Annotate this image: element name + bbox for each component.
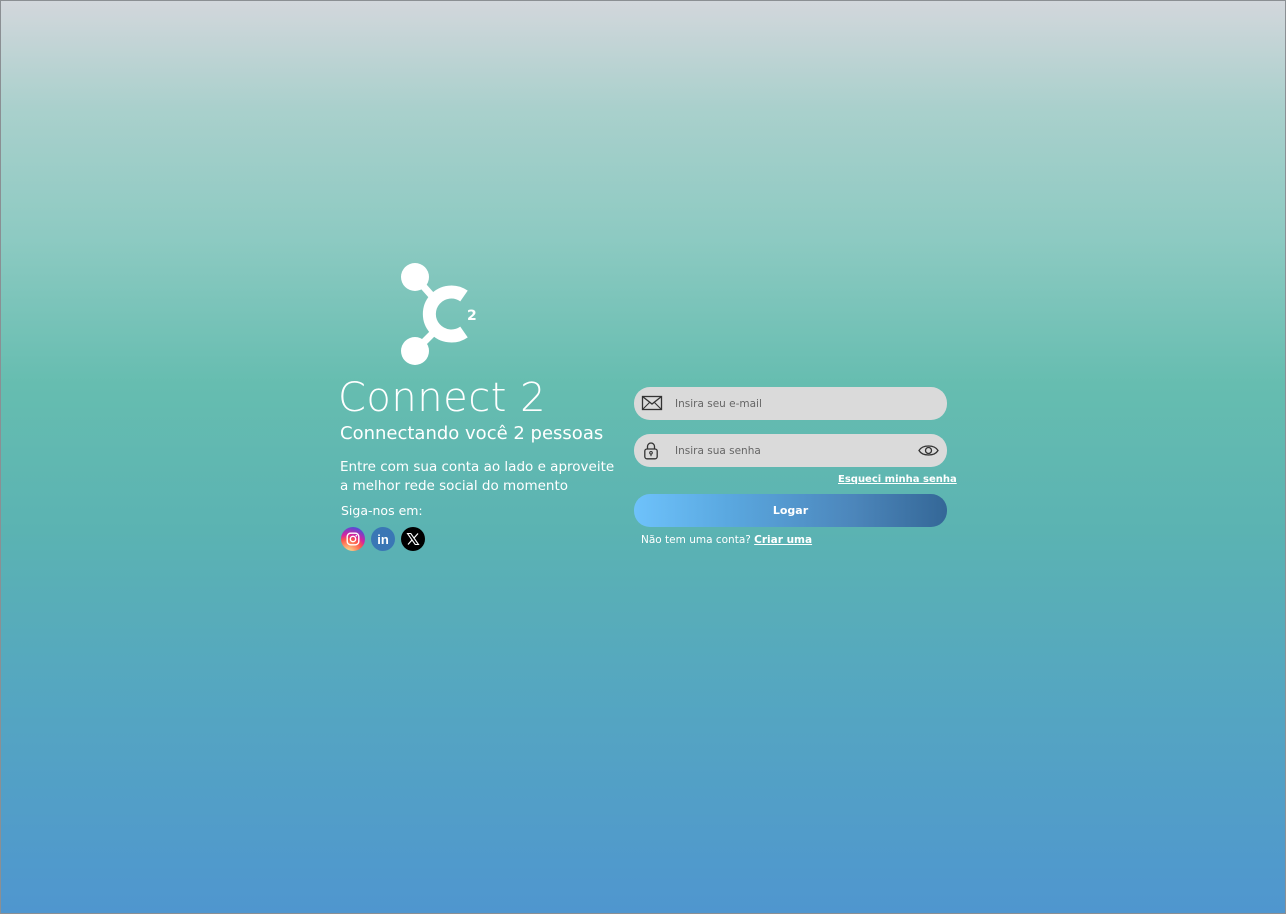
linkedin-icon[interactable]: in: [371, 527, 395, 551]
email-field[interactable]: [634, 387, 947, 420]
brand-title: Connect 2: [338, 375, 547, 421]
follow-label: Siga-nos em:: [341, 503, 423, 518]
signup-prompt: Não tem uma conta?: [641, 534, 751, 546]
login-button[interactable]: Logar: [634, 494, 947, 527]
instagram-icon[interactable]: [341, 527, 365, 551]
password-input[interactable]: [675, 434, 905, 467]
eye-icon[interactable]: [918, 443, 939, 458]
password-field[interactable]: [634, 434, 947, 467]
email-input[interactable]: [675, 387, 905, 420]
description: Entre com sua conta ao lado e aproveite …: [340, 459, 615, 494]
connect2-logo-icon: 2: [401, 263, 477, 365]
lock-icon: [644, 442, 658, 460]
forgot-password-link[interactable]: Esqueci minha senha: [838, 474, 957, 485]
mail-icon: [641, 395, 663, 411]
signup-row: Não tem uma conta? Criar uma: [641, 533, 812, 547]
logo-superscript: 2: [467, 308, 477, 324]
linkedin-glyph: in: [377, 531, 389, 547]
signup-link[interactable]: Criar uma: [754, 534, 812, 546]
social-links: in: [341, 527, 425, 551]
x-icon[interactable]: [401, 527, 425, 551]
tagline: Connectando você 2 pessoas: [340, 423, 604, 444]
